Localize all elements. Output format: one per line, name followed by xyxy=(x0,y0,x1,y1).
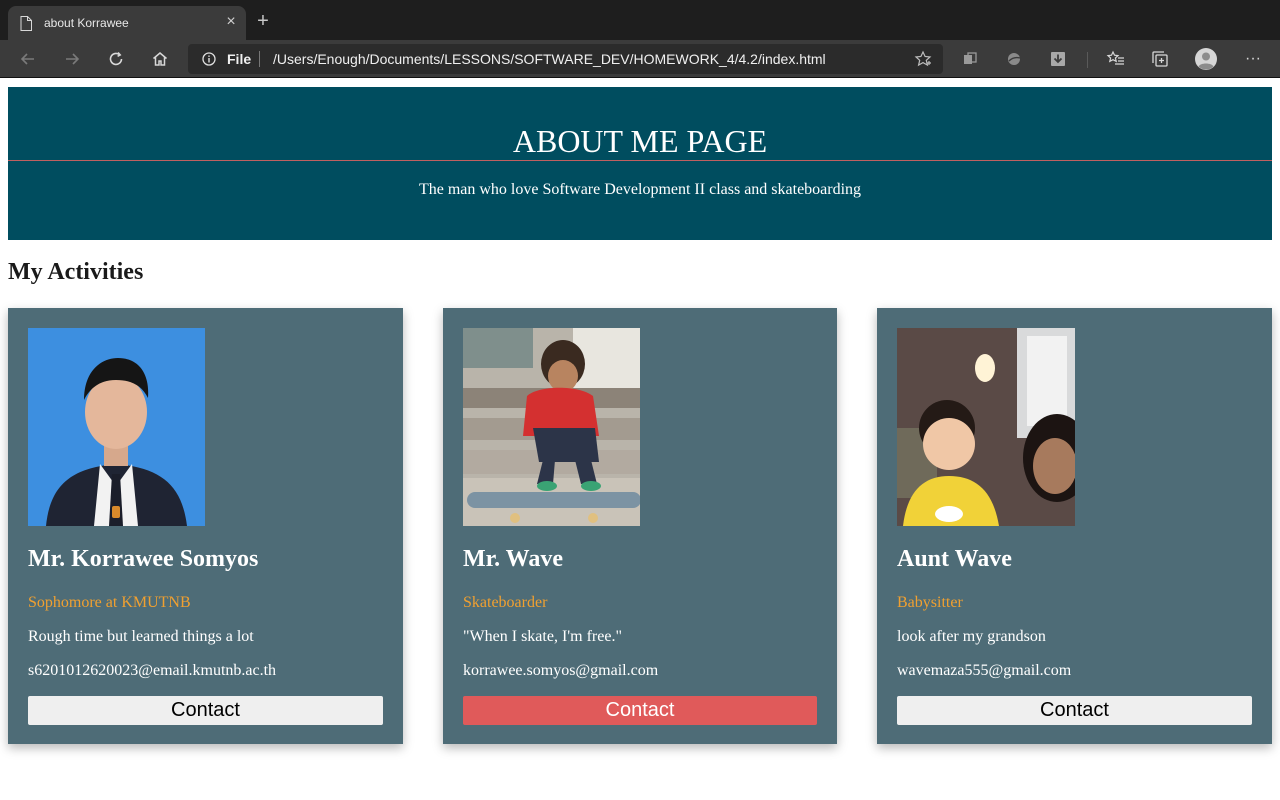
home-icon[interactable] xyxy=(150,49,170,69)
profile-photo xyxy=(28,328,205,526)
card-description: Rough time but learned things a lot xyxy=(28,628,254,645)
info-icon[interactable] xyxy=(202,52,216,66)
header-banner: ABOUT ME PAGE The man who love Software … xyxy=(8,87,1272,240)
page-title: ABOUT ME PAGE xyxy=(512,123,768,159)
profile-photo xyxy=(897,328,1075,526)
card-role: Skateboarder xyxy=(463,594,548,611)
card-email: korrawee.somyos@gmail.com xyxy=(463,662,659,679)
card-description: "When I skate, I'm free." xyxy=(463,628,622,645)
profile-card: Aunt Wave Babysitter look after my grand… xyxy=(877,308,1272,744)
card-name: Aunt Wave xyxy=(897,546,1012,572)
back-arrow-icon[interactable] xyxy=(18,49,38,69)
header-divider xyxy=(8,160,1272,161)
extension-icon[interactable] xyxy=(960,49,980,69)
contact-button[interactable]: Contact xyxy=(463,696,817,725)
browser-toolbar: File /Users/Enough/Documents/LESSONS/SOF… xyxy=(0,40,1280,78)
section-title: My Activities xyxy=(8,259,144,285)
address-scheme: File xyxy=(227,51,252,67)
profile-photo xyxy=(463,328,640,526)
browser-tab[interactable]: about Korrawee × xyxy=(8,6,246,40)
contact-button[interactable]: Contact xyxy=(28,696,383,725)
document-icon xyxy=(20,16,32,31)
more-options-icon[interactable]: ··· xyxy=(1241,49,1265,69)
favorite-star-icon[interactable] xyxy=(914,50,932,68)
url-text[interactable]: /Users/Enough/Documents/LESSONS/SOFTWARE… xyxy=(273,51,826,67)
address-divider xyxy=(259,51,260,67)
card-name: Mr. Korrawee Somyos xyxy=(28,546,259,572)
address-bar[interactable]: File /Users/Enough/Documents/LESSONS/SOF… xyxy=(188,44,943,74)
profile-card: Mr. Korrawee Somyos Sophomore at KMUTNB … xyxy=(8,308,403,744)
card-description: look after my grandson xyxy=(897,628,1046,645)
browser-tab-bar: about Korrawee × + xyxy=(0,0,1280,40)
collections-icon[interactable] xyxy=(1150,49,1170,69)
refresh-icon[interactable] xyxy=(106,49,126,69)
contact-button[interactable]: Contact xyxy=(897,696,1252,725)
tab-title: about Korrawee xyxy=(44,16,129,30)
extension-icon[interactable] xyxy=(1004,49,1024,69)
page-tagline: The man who love Software Development II… xyxy=(418,181,862,198)
forward-arrow-icon[interactable] xyxy=(62,49,82,69)
download-icon[interactable] xyxy=(1048,49,1068,69)
card-role: Sophomore at KMUTNB xyxy=(28,594,191,611)
page-content: ABOUT ME PAGE The man who love Software … xyxy=(0,79,1280,800)
close-tab-icon[interactable]: × xyxy=(224,14,238,30)
favorites-icon[interactable] xyxy=(1106,49,1126,69)
profile-avatar-icon[interactable] xyxy=(1194,47,1218,71)
card-email: wavemaza555@gmail.com xyxy=(897,662,1072,679)
toolbar-divider xyxy=(1087,52,1088,68)
card-name: Mr. Wave xyxy=(463,546,563,572)
card-email: s6201012620023@email.kmutnb.ac.th xyxy=(28,662,277,679)
profile-card: Mr. Wave Skateboarder "When I skate, I'm… xyxy=(443,308,837,744)
new-tab-icon[interactable]: + xyxy=(254,11,272,31)
card-role: Babysitter xyxy=(897,594,963,611)
